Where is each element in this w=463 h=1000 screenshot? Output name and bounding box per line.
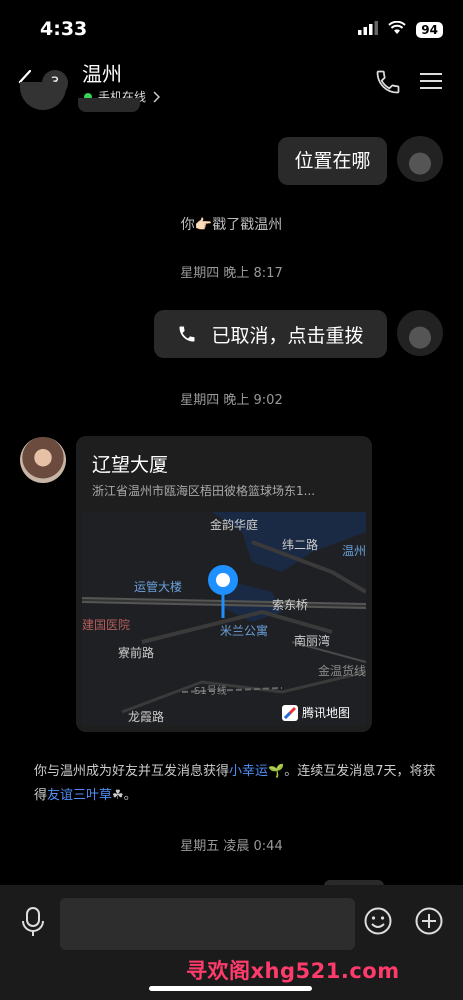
lucky-link[interactable]: 小幸运	[229, 764, 268, 779]
plus-circle-icon	[415, 907, 443, 935]
friendship-tip: 你与温州成为好友并互发消息获得小幸运🌱。连续互发消息7天，将获得友谊三叶草☘。	[34, 760, 444, 808]
emoji-button[interactable]	[363, 906, 393, 940]
map-label: 寮前路	[118, 646, 155, 660]
tencent-map-icon	[282, 704, 298, 721]
my-avatar[interactable]	[397, 310, 443, 356]
map-provider-label: 腾讯地图	[302, 706, 351, 720]
chevron-right-icon	[153, 90, 161, 103]
timestamp: 星期四 晚上 8:17	[180, 266, 283, 281]
phone-icon	[179, 326, 195, 342]
message-bubble-partial	[78, 98, 140, 112]
location-pin-icon	[208, 565, 238, 618]
microphone-icon	[22, 907, 44, 936]
home-indicator[interactable]	[149, 986, 312, 991]
map-label: 纬二路	[282, 538, 319, 552]
status-icons: 94	[358, 20, 443, 39]
call-text: 已取消，点击重拨	[211, 324, 364, 347]
clover-icon: ☘	[112, 788, 124, 803]
more-button[interactable]	[414, 906, 444, 940]
map-label: 运管大楼	[134, 580, 183, 594]
wifi-icon	[388, 20, 406, 39]
location-address: 浙江省温州市瓯海区梧田彼格篮球场东1...	[92, 484, 316, 498]
map-label: 金温货线	[318, 664, 366, 678]
map-label: 南丽湾	[294, 634, 331, 648]
my-avatar[interactable]	[397, 136, 443, 182]
watermark: 寻欢阁xhg521.com	[186, 959, 400, 983]
map-preview[interactable]: 金韵华庭 纬二路 温州 运管大楼 索东桥 建国医院 米兰公寓 南丽湾 寮前路 金…	[82, 512, 366, 726]
cellular-icon	[358, 20, 379, 39]
call-bubble[interactable]: 已取消，点击重拨	[154, 310, 387, 358]
sprout-icon: 🌱	[268, 764, 285, 779]
tip-text: 你与温州成为好友并互发消息获得	[34, 764, 230, 779]
timestamp: 星期五 凌晨 0:44	[180, 839, 283, 854]
map-label: 建国医院	[82, 618, 131, 632]
menu-button[interactable]	[420, 72, 442, 94]
emoji-icon	[364, 907, 392, 935]
voice-input-button[interactable]	[20, 906, 46, 942]
tip-text: 。	[123, 788, 137, 803]
avatar	[20, 82, 66, 110]
contact-avatar[interactable]	[20, 437, 66, 483]
message-bubble-outgoing[interactable]: 位置在哪	[278, 137, 387, 185]
menu-icon	[420, 73, 442, 89]
map-label: 龙霞路	[128, 710, 165, 724]
battery-indicator: 94	[416, 21, 443, 38]
map-label: S1号线	[194, 686, 227, 697]
phone-icon	[376, 70, 400, 94]
voice-call-button[interactable]	[374, 68, 402, 100]
map-provider: 腾讯地图	[282, 704, 350, 721]
map-label: 索东桥	[272, 598, 309, 612]
contact-name[interactable]: 温州	[82, 58, 122, 87]
timestamp: 星期四 晚上 9:02	[180, 393, 283, 408]
location-title: 辽望大厦	[92, 454, 169, 476]
map-label: 温州	[342, 544, 366, 558]
message-input[interactable]	[60, 898, 355, 950]
location-card[interactable]: 辽望大厦 浙江省温州市瓯海区梧田彼格篮球场东1... 金韵华庭 纬二路 温州 运…	[76, 436, 372, 732]
map-label: 金韵华庭	[210, 518, 259, 532]
map-label: 米兰公寓	[220, 624, 269, 638]
clover-link[interactable]: 友谊三叶草	[47, 788, 112, 803]
status-time: 4:33	[40, 18, 88, 40]
poke-notice: 你👉🏻戳了戳温州	[180, 217, 283, 233]
